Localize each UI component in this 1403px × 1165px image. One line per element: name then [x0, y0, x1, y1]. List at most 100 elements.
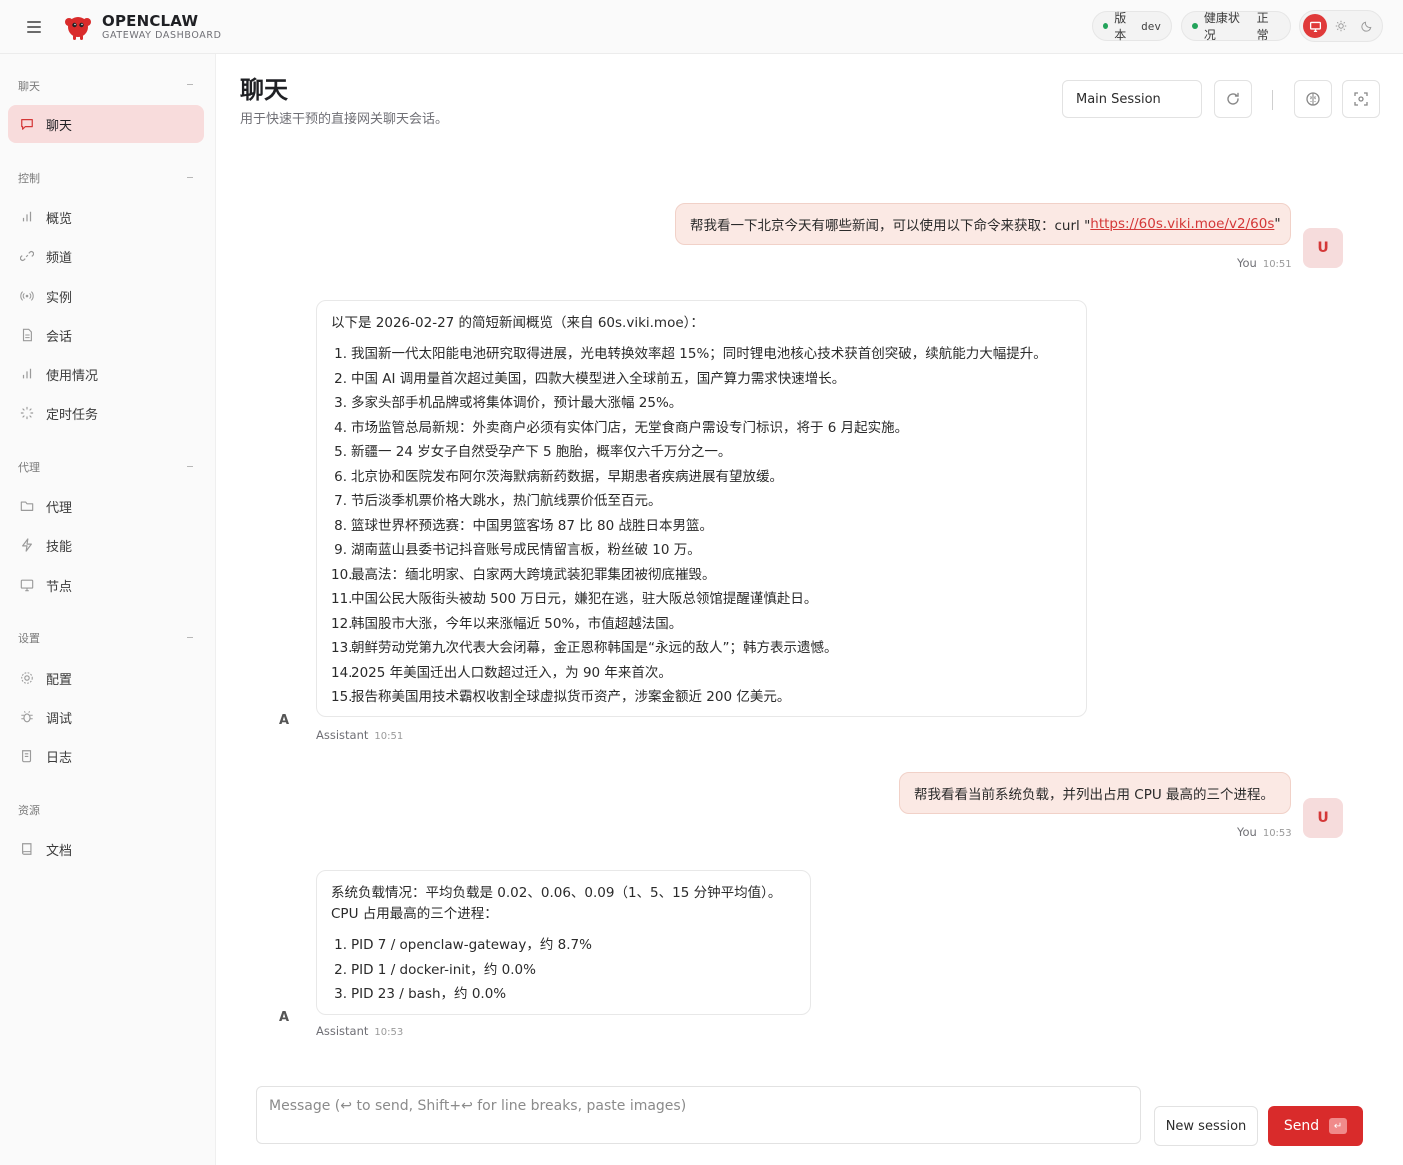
list-item: 8. 篮球世界杯预选赛：中国男篮客场 87 比 80 战胜日本男篮。 [331, 514, 1072, 539]
list-item-text: 北京协和医院发布阿尔茨海默病新药数据，早期患者疾病进展有望放缓。 [351, 468, 783, 485]
radio-icon [20, 291, 34, 301]
brain-icon [1306, 92, 1320, 106]
list-item-number: 3. [334, 986, 347, 1002]
list-item: 3. 多家头部手机品牌或将集体调价，预计最大涨幅 25%。 [331, 391, 1072, 416]
list-item: 2. PID 1 / docker-init，约 0.0% [331, 958, 796, 983]
focus-icon [1354, 92, 1368, 106]
divider [1272, 90, 1273, 110]
sidebar-item-logs[interactable]: 日志 [8, 737, 204, 775]
sidebar-item-skills[interactable]: 技能 [8, 526, 204, 564]
enter-key-icon: ↵ [1329, 1118, 1348, 1134]
list-item-text: PID 7 / openclaw-gateway，约 8.7% [351, 937, 592, 953]
version-value: dev [1141, 19, 1161, 33]
list-item-text: 中国公民大阪街头被劫 500 万日元，嫌犯在逃，驻大阪总领馆提醒谨慎赴日。 [351, 591, 818, 607]
list-item-number: 4. [334, 419, 347, 436]
sidebar-item-config[interactable]: 配置 [8, 659, 204, 697]
sidebar-item-instances[interactable]: 实例 [8, 277, 204, 315]
list-item-text: 我国新一代太阳能电池研究取得进展，光电转换效率超 15%；同时锂电池核心技术获首… [351, 346, 1047, 362]
focus-mode-button[interactable] [1342, 80, 1380, 118]
refresh-button[interactable] [1214, 80, 1252, 118]
list-item: 14. 2025 年美国迁出人口数超过迁入，为 90 年来首次。 [331, 661, 1072, 686]
collapse-icon[interactable] [187, 177, 193, 178]
sidebar-item-label: 技能 [46, 539, 73, 555]
sidebar-item-label: 代理 [46, 500, 73, 516]
sidebar-item-label: 文档 [46, 843, 73, 859]
message-link[interactable]: https://60s.viki.moe/v2/60s [1090, 216, 1274, 232]
sidebar-item-nodes[interactable]: 节点 [8, 566, 204, 604]
session-select-value: Main Session [1076, 91, 1161, 107]
list-item-text: 新疆一 24 岁女子自然受孕产下 5 胞胎，概率仅六千万分之一。 [351, 444, 732, 460]
collapse-icon[interactable] [187, 84, 193, 85]
sender-name: Assistant [316, 728, 369, 742]
send-label: Send [1283, 1118, 1320, 1134]
sidebar-item-channels[interactable]: 频道 [8, 237, 204, 275]
message-input-placeholder: Message (↩ to send, Shift+↩ for line bre… [269, 1098, 687, 1114]
message-text: 帮我看一下北京今天有哪些新闻，可以使用以下命令来获取：curl " [690, 218, 1091, 234]
sidebar-item-sessions[interactable]: 会话 [8, 316, 204, 354]
sidebar-item-cron[interactable]: 定时任务 [8, 394, 204, 432]
list-item-number: 1. [334, 346, 347, 362]
menu-icon[interactable] [22, 15, 46, 39]
health-value: 正常 [1256, 11, 1269, 42]
sidebar-item-label: 会话 [46, 329, 73, 345]
monitor-icon[interactable] [1303, 14, 1327, 38]
sidebar-item-chat[interactable]: 聊天 [8, 105, 204, 143]
user-message-bubble: 帮我看一下北京今天有哪些新闻，可以使用以下命令来获取：curl " https:/… [675, 203, 1291, 245]
message-input[interactable]: Message (↩ to send, Shift+↩ for line bre… [256, 1086, 1141, 1144]
theme-switcher [1299, 10, 1383, 42]
send-button[interactable]: Send ↵ [1268, 1106, 1363, 1146]
thinking-toggle-button[interactable] [1294, 80, 1332, 118]
assistant-message-bubble: 以下是 2026-02-27 的简短新闻概览（来自 60s.viki.moe）：… [316, 300, 1087, 717]
health-badge: 健康状况 正常 [1181, 11, 1291, 42]
loader-icon [20, 406, 34, 420]
sidebar-item-debug[interactable]: 调试 [8, 698, 204, 736]
page-title: 聊天 [240, 76, 288, 104]
list-item-number: 2. [334, 370, 347, 387]
sidebar-item-label: 频道 [46, 250, 73, 266]
list-item-text: 2025 年美国迁出人口数超过迁入，为 90 年来首次。 [351, 664, 672, 681]
timestamp: 10:53 [374, 1027, 404, 1038]
message-intro: 系统负载情况：平均负载是 0.02、0.06、0.09（1、5、15 分钟平均值… [331, 885, 782, 901]
collapse-icon[interactable] [187, 466, 193, 467]
message-meta: You 10:53 [1237, 825, 1292, 839]
version-badge: 版本 dev [1092, 11, 1172, 42]
sidebar-item-overview[interactable]: 概览 [8, 198, 204, 236]
news-list: 1. 我国新一代太阳能电池研究取得进展，光电转换效率超 15%；同时锂电池核心技术… [331, 342, 1072, 710]
list-item: 1. PID 7 / openclaw-gateway，约 8.7% [331, 933, 796, 958]
sun-icon[interactable] [1329, 14, 1353, 38]
list-item-text: 湖南蓝山县委书记抖音账号成民情留言板，粉丝破 10 万。 [351, 542, 701, 558]
sidebar-item-usage[interactable]: 使用情况 [8, 355, 204, 393]
session-select[interactable]: Main Session [1062, 80, 1202, 118]
list-item-number: 3. [334, 395, 347, 411]
list-item-number: 5. [334, 444, 347, 460]
list-item: 10. 最高法：缅北明家、白家两大跨境武装犯罪集团被彻底摧毁。 [331, 563, 1072, 588]
sidebar-item-agents[interactable]: 代理 [8, 487, 204, 525]
logo-icon [65, 17, 91, 40]
new-session-button[interactable]: New session [1154, 1106, 1258, 1146]
list-item-number: 12. [331, 615, 353, 632]
moon-icon[interactable] [1355, 14, 1379, 38]
list-item-text: 中国 AI 调用量首次超过美国，四款大模型进入全球前五，国产算力需求快速增长。 [351, 370, 846, 387]
book-icon [22, 843, 32, 855]
sidebar-item-label: 实例 [46, 290, 73, 306]
sender-name: You [1237, 256, 1257, 270]
message-text: 帮我看看当前系统负载，并列出占用 CPU 最高的三个进程。 [914, 787, 1275, 803]
sidebar-item-label: 概览 [46, 211, 73, 227]
sender-name: You [1237, 825, 1257, 839]
zap-icon [22, 538, 32, 552]
sidebar-item-docs[interactable]: 文档 [8, 830, 204, 868]
list-item-text: 篮球世界杯预选赛：中国男篮客场 87 比 80 战胜日本男篮。 [351, 517, 714, 534]
sidebar-item-label: 定时任务 [46, 407, 99, 423]
avatar: A [278, 712, 290, 728]
version-label: 版本 [1114, 11, 1127, 42]
list-item: 7. 节后淡季机票价格大跳水，热门航线票价低至百元。 [331, 489, 1072, 514]
sidebar-item-label: 调试 [46, 711, 73, 727]
sidebar-item-label: 配置 [46, 672, 73, 688]
sidebar-item-label: 节点 [46, 579, 73, 595]
list-item: 6. 北京协和医院发布阿尔茨海默病新药数据，早期患者疾病进展有望放缓。 [331, 465, 1072, 490]
assistant-message-bubble: 系统负载情况：平均负载是 0.02、0.06、0.09（1、5、15 分钟平均值… [316, 870, 811, 1015]
refresh-icon [1227, 92, 1239, 105]
message-icon [21, 119, 33, 130]
collapse-icon[interactable] [187, 637, 193, 638]
list-item-number: 11. [331, 591, 353, 607]
